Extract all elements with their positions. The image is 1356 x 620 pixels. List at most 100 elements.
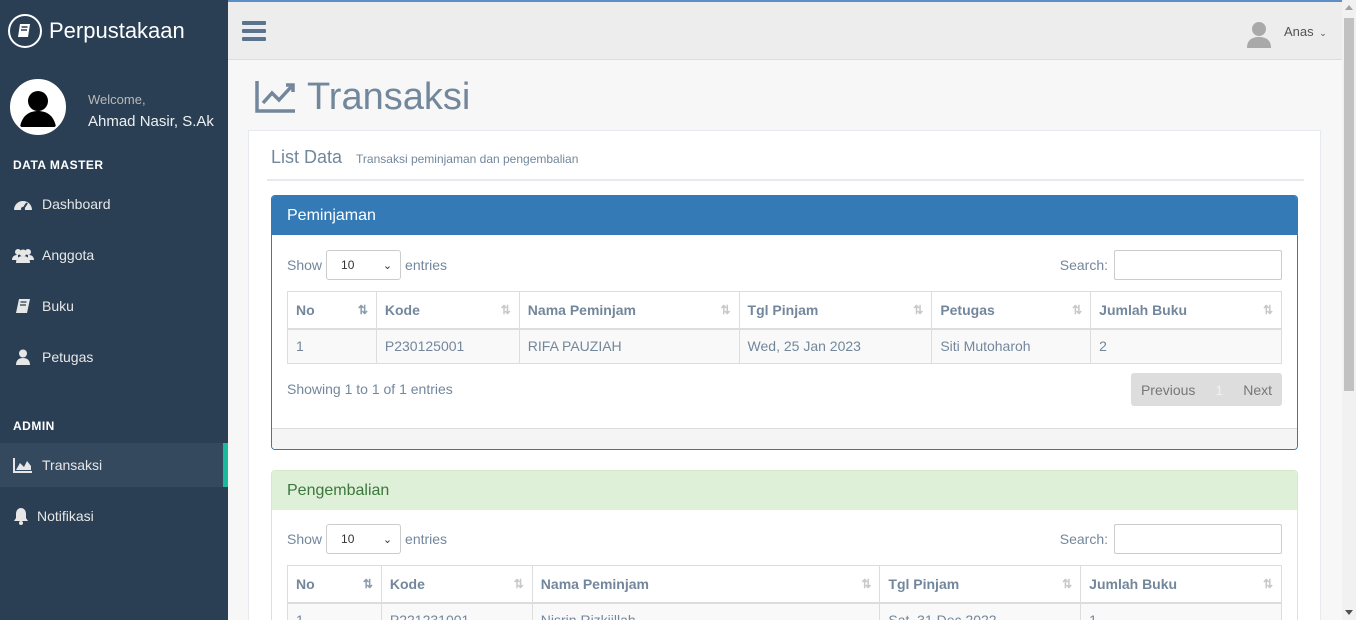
user-menu-label: Anas xyxy=(1284,24,1314,39)
col-header-no[interactable]: No ⇅ xyxy=(287,565,382,604)
user-icon xyxy=(12,348,34,366)
profile-name: Ahmad Nasir, S.Ak xyxy=(88,113,214,130)
profile: Welcome, Ahmad Nasir, S.Ak xyxy=(0,62,228,150)
col-header-tgl-pinjam[interactable]: Tgl Pinjam ⇅ xyxy=(879,565,1082,604)
sort-icon: ⇅ xyxy=(513,577,524,591)
entries-label: entries xyxy=(405,531,448,547)
book-logo-icon xyxy=(8,14,42,48)
table-cell: 2 xyxy=(1090,328,1282,364)
sort-icon: ⇅ xyxy=(500,303,511,317)
chevron-down-icon: ⌄ xyxy=(382,259,393,272)
entries-label: entries xyxy=(405,257,448,273)
col-header-kode[interactable]: Kode ⇅ xyxy=(380,565,533,604)
col-header-nama-peminjam[interactable]: Nama Peminjam ⇅ xyxy=(531,565,881,604)
peminjaman-header: Peminjaman xyxy=(272,196,1297,235)
pengembalian-length-control: Show 10 ⌄ entries xyxy=(287,524,447,554)
sort-icon: ⇅ xyxy=(913,303,924,317)
peminjaman-box: Peminjaman Show 10 ⌄ entries Search: No ⇅… xyxy=(271,195,1298,450)
area-chart-icon xyxy=(12,456,34,474)
peminjaman-table: No ⇅ Kode ⇅ Nama Peminjam ⇅ Tgl Pinjam ⇅ Pet… xyxy=(287,291,1282,364)
peminjaman-footer xyxy=(272,428,1297,449)
pengembalian-search-input[interactable] xyxy=(1114,524,1282,554)
sidebar-item-transaksi[interactable]: Transaksi xyxy=(0,443,228,487)
table-cell: P221231001 xyxy=(380,602,533,620)
scroll-up-arrow-icon[interactable] xyxy=(1345,5,1353,10)
table-cell: RIFA PAUZIAH xyxy=(518,328,740,364)
sort-icon: ⇅ xyxy=(1262,577,1273,591)
book-icon xyxy=(12,297,34,315)
page-scrollbar[interactable] xyxy=(1342,0,1356,620)
col-header-no[interactable]: No ⇅ xyxy=(287,291,377,330)
sidebar-item-anggota[interactable]: Anggota xyxy=(0,233,228,277)
table-cell: Siti Mutoharoh xyxy=(931,328,1092,364)
table-cell: 1 xyxy=(1080,602,1282,620)
sort-asc-icon: ⇅ xyxy=(357,303,368,317)
dashboard-icon xyxy=(12,195,34,213)
menu-toggle-icon[interactable] xyxy=(242,21,266,41)
peminjaman-page-length-select[interactable]: 10 ⌄ xyxy=(326,250,402,280)
pengembalian-box: Pengembalian Show 10 ⌄ entries Search: N… xyxy=(271,470,1298,620)
pagination-page-1[interactable]: 1 xyxy=(1205,382,1233,398)
col-header-nama-peminjam[interactable]: Nama Peminjam ⇅ xyxy=(518,291,740,330)
sidebar-item-label: Dashboard xyxy=(42,196,111,212)
page-title-text: Transaksi xyxy=(307,76,471,118)
table-cell: 1 xyxy=(287,602,382,620)
pengembalian-search: Search: xyxy=(1060,524,1282,554)
table-cell: Sat, 31 Dec 2022 xyxy=(879,602,1082,620)
chevron-down-icon: ⌄ xyxy=(1319,28,1327,38)
col-header-jumlah-buku[interactable]: Jumlah Buku ⇅ xyxy=(1090,291,1282,330)
sidebar-item-notifikasi[interactable]: Notifikasi xyxy=(0,494,228,538)
pengembalian-header: Pengembalian xyxy=(272,471,1297,510)
sidebar-item-label: Buku xyxy=(42,298,74,314)
sort-icon: ⇅ xyxy=(1262,303,1273,317)
pengembalian-table: No ⇅ Kode ⇅ Nama Peminjam ⇅ Tgl Pinjam ⇅ Jum… xyxy=(287,565,1282,620)
brand[interactable]: Perpustakaan xyxy=(0,0,228,62)
sort-asc-icon: ⇅ xyxy=(362,577,373,591)
page-title: Transaksi xyxy=(255,76,470,119)
welcome-text: Welcome, xyxy=(88,92,146,107)
top-navbar: Anas ⌄ xyxy=(228,0,1342,60)
table-cell: P230125001 xyxy=(375,328,520,364)
user-avatar-icon[interactable] xyxy=(1246,20,1272,48)
sort-icon: ⇅ xyxy=(1062,577,1073,591)
sidebar-item-petugas[interactable]: Petugas xyxy=(0,335,228,379)
sidebar-item-label: Anggota xyxy=(42,247,95,263)
peminjaman-length-control: Show 10 ⌄ entries xyxy=(287,250,447,280)
table-cell: 1 xyxy=(287,328,377,364)
col-header-kode[interactable]: Kode ⇅ xyxy=(375,291,520,330)
table-row: 1 P221231001 Nisrin Rizkiillah Sat, 31 D… xyxy=(287,602,1282,620)
peminjaman-table-info: Showing 1 to 1 of 1 entries xyxy=(287,381,453,397)
sidebar-item-label: Petugas xyxy=(42,349,94,365)
peminjaman-search-input[interactable] xyxy=(1114,250,1282,280)
section-data-master: DATA MASTER xyxy=(13,158,104,172)
profile-avatar xyxy=(10,79,66,135)
table-cell: Wed, 25 Jan 2023 xyxy=(738,328,933,364)
pengembalian-page-length-select[interactable]: 10 ⌄ xyxy=(326,524,402,554)
pagination-next[interactable]: Next xyxy=(1233,382,1282,398)
pagination-previous[interactable]: Previous xyxy=(1131,382,1205,398)
panel-subtitle: Transaksi peminjaman dan pengembalian xyxy=(356,152,579,166)
user-menu[interactable]: Anas ⌄ xyxy=(1284,24,1327,39)
search-label: Search: xyxy=(1059,257,1108,273)
panel-divider xyxy=(267,179,1304,181)
col-header-jumlah-buku[interactable]: Jumlah Buku ⇅ xyxy=(1080,565,1282,604)
scroll-thumb[interactable] xyxy=(1344,18,1354,391)
col-header-petugas[interactable]: Petugas ⇅ xyxy=(931,291,1092,330)
scroll-down-arrow-icon[interactable] xyxy=(1345,610,1353,615)
brand-title: Perpustakaan xyxy=(49,18,185,43)
search-label: Search: xyxy=(1059,531,1108,547)
peminjaman-search: Search: xyxy=(1060,250,1282,280)
sidebar-item-label: Transaksi xyxy=(42,457,103,473)
show-label: Show xyxy=(287,531,323,547)
chevron-down-icon: ⌄ xyxy=(382,533,393,546)
table-cell: Nisrin Rizkiillah xyxy=(531,602,881,620)
section-admin: ADMIN xyxy=(13,419,55,433)
peminjaman-pagination: Previous 1 Next xyxy=(1130,373,1282,406)
col-header-tgl-pinjam[interactable]: Tgl Pinjam ⇅ xyxy=(738,291,933,330)
users-icon xyxy=(12,246,34,264)
show-label: Show xyxy=(287,257,323,273)
bell-icon xyxy=(12,507,30,525)
sidebar-item-dashboard[interactable]: Dashboard xyxy=(0,182,228,226)
sidebar-item-buku[interactable]: Buku xyxy=(0,284,228,328)
table-row: 1 P230125001 RIFA PAUZIAH Wed, 25 Jan 20… xyxy=(287,328,1282,364)
